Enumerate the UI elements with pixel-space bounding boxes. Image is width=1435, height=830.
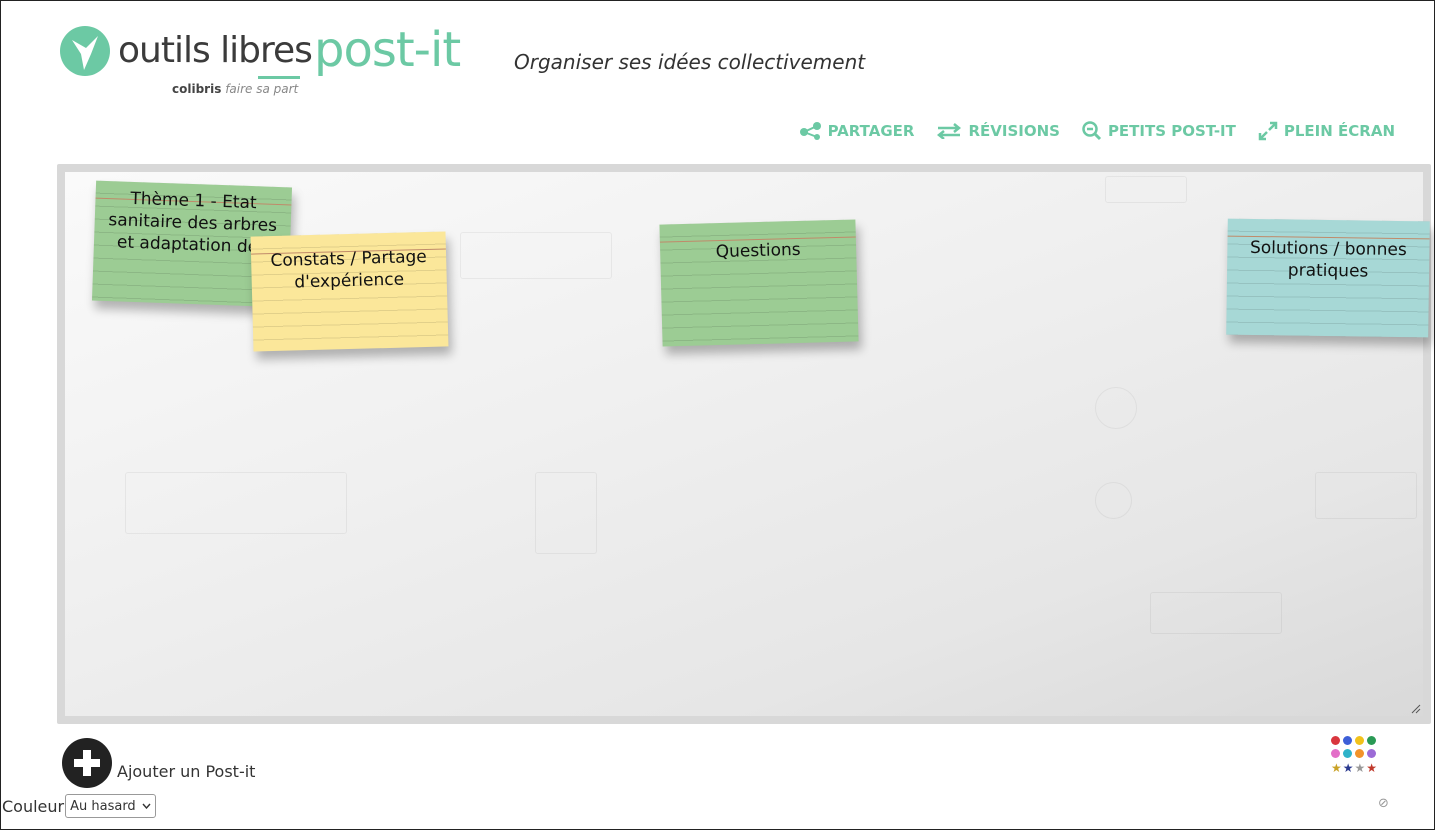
brand-sub-italic: faire sa part	[225, 82, 299, 96]
color-dot[interactable]	[1331, 749, 1340, 758]
postit-text: Solutions / bonnes pratiques	[1249, 237, 1407, 282]
add-postit-button[interactable]	[62, 738, 112, 788]
brand-underline	[258, 76, 300, 79]
brand-product: post-it	[314, 22, 461, 78]
logo[interactable]: outils libres post-it colibris faire sa …	[58, 22, 488, 102]
star-icon[interactable]: ★	[1343, 762, 1354, 774]
color-dot[interactable]	[1331, 736, 1340, 745]
color-select[interactable]: Au hasard	[65, 794, 156, 818]
brand-part1: outils	[118, 30, 221, 71]
color-dot[interactable]	[1343, 749, 1352, 758]
expand-icon	[1258, 121, 1278, 141]
background-sketch	[460, 232, 612, 279]
share-icon	[799, 122, 821, 140]
postit-board[interactable]: Thème 1 - Etat sanitaire des arbres et a…	[57, 164, 1431, 724]
postit-note[interactable]: Questions	[659, 219, 859, 347]
postit-note[interactable]: Constats / Partage d'expérience	[250, 231, 449, 352]
fullscreen-label: PLEIN ÉCRAN	[1283, 122, 1395, 140]
small-postits-label: PETITS POST-IT	[1107, 122, 1236, 140]
share-label: PARTAGER	[827, 122, 915, 140]
background-sketch	[1315, 472, 1417, 519]
postit-note[interactable]: Solutions / bonnes pratiques	[1226, 218, 1430, 338]
background-sketch	[1095, 482, 1132, 519]
tagline: Organiser ses idées collectivement	[514, 50, 866, 74]
swap-arrows-icon	[937, 123, 962, 139]
color-dot[interactable]	[1355, 749, 1364, 758]
postit-text: Questions	[715, 239, 801, 263]
fullscreen-button[interactable]: PLEIN ÉCRAN	[1258, 121, 1395, 141]
color-dot[interactable]	[1367, 749, 1376, 758]
chevron-down-icon	[142, 803, 151, 809]
color-select-value: Au hasard	[70, 798, 136, 814]
background-sketch	[1150, 592, 1282, 634]
color-label: Couleur	[2, 796, 65, 816]
revisions-label: RÉVISIONS	[968, 122, 1060, 140]
color-dot[interactable]	[1343, 736, 1352, 745]
background-sketch	[1105, 176, 1187, 203]
no-entry-icon[interactable]: ⊘	[1378, 796, 1389, 811]
color-dot[interactable]	[1367, 736, 1376, 745]
brand-part2: libres	[220, 30, 313, 71]
color-control: Couleur Au hasard	[2, 794, 156, 818]
brand-subtitle: colibris faire sa part	[172, 82, 298, 96]
toolbar: PARTAGER RÉVISIONS PETITS POST-IT PLEIN …	[799, 121, 1395, 141]
palette-row	[1331, 736, 1391, 745]
revisions-button[interactable]: RÉVISIONS	[936, 122, 1060, 140]
star-icon[interactable]: ★	[1366, 762, 1377, 774]
hummingbird-logo-icon	[60, 26, 110, 76]
add-postit-label[interactable]: Ajouter un Post-it	[117, 762, 255, 781]
star-icon[interactable]: ★	[1355, 762, 1366, 774]
background-sketch	[535, 472, 597, 554]
brand-name: outils libres	[118, 30, 313, 71]
resize-grip-icon[interactable]	[1411, 704, 1421, 714]
brand-sub-bold: colibris	[172, 82, 222, 96]
postit-text: Constats / Partage d'expérience	[270, 246, 428, 293]
background-sketch	[1095, 387, 1137, 429]
share-button[interactable]: PARTAGER	[799, 122, 915, 140]
color-dot[interactable]	[1355, 736, 1364, 745]
palette-row	[1331, 749, 1391, 758]
small-postits-button[interactable]: PETITS POST-IT	[1082, 121, 1236, 141]
zoom-out-icon	[1082, 121, 1101, 141]
background-sketch	[125, 472, 347, 534]
color-palette: ★ ★ ★ ★	[1331, 736, 1391, 776]
star-row: ★ ★ ★ ★	[1331, 762, 1391, 774]
star-icon[interactable]: ★	[1331, 762, 1342, 774]
